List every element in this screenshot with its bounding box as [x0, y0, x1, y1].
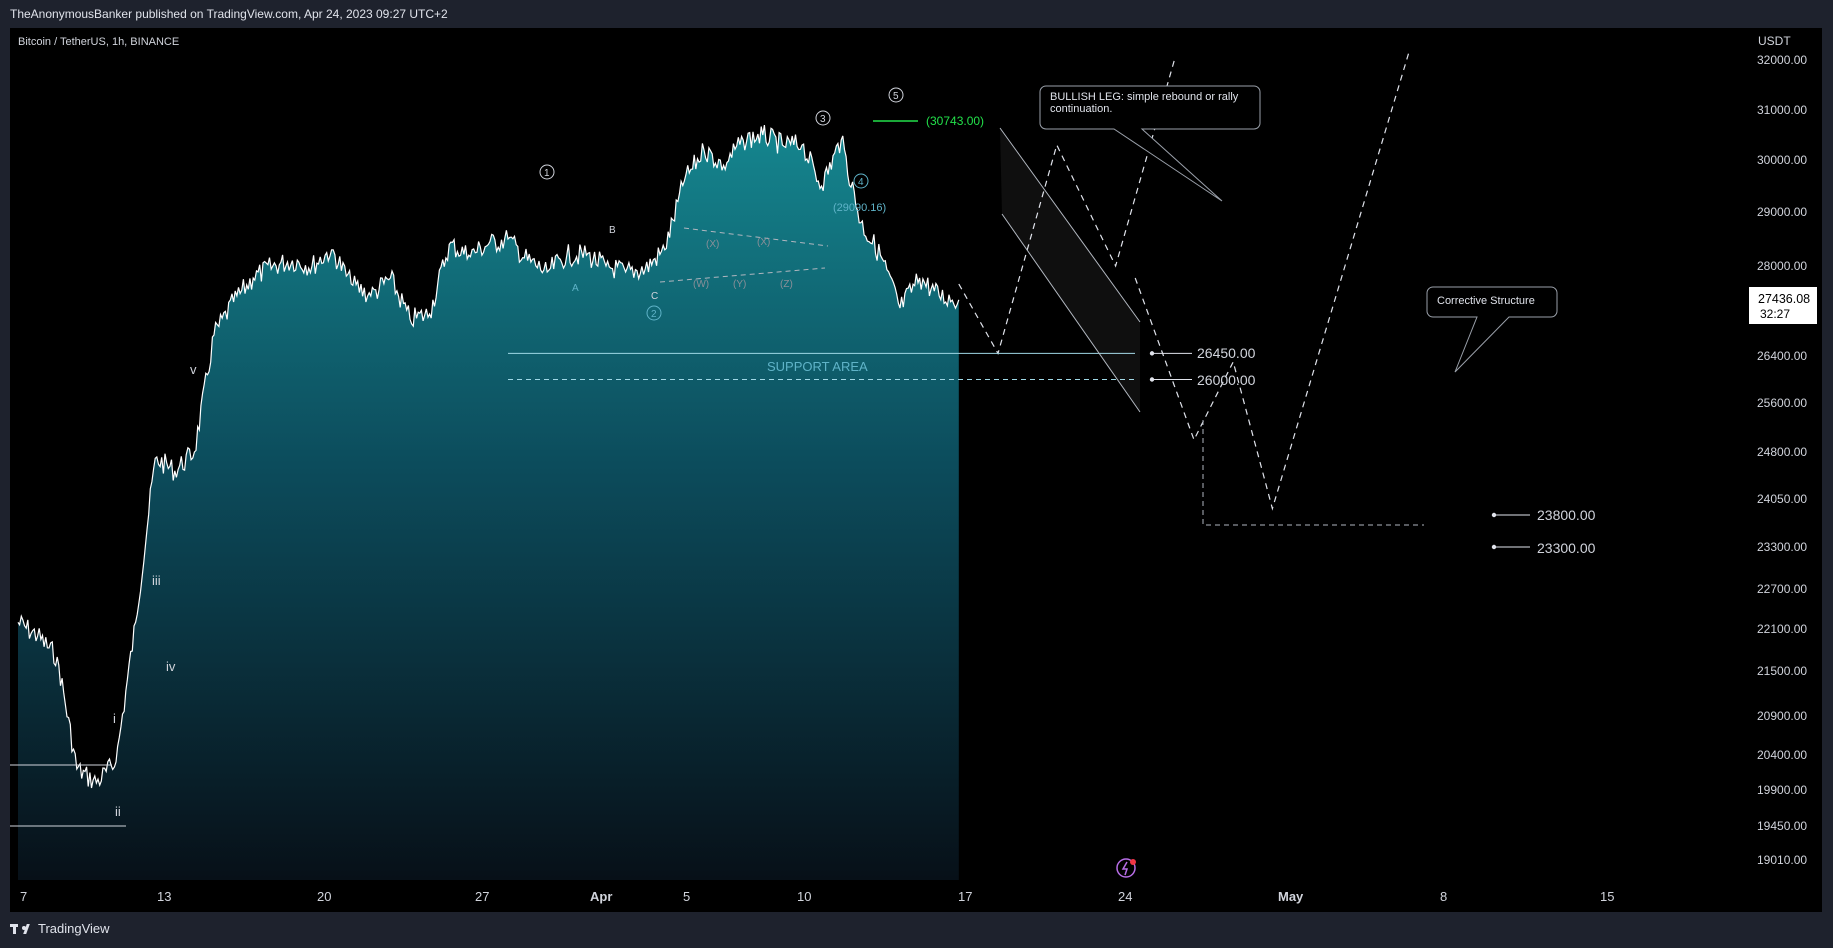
price-tick: 25600.00 — [1757, 396, 1807, 410]
price-tick: 19900.00 — [1757, 783, 1807, 797]
circled-wave-1: 1 — [539, 164, 555, 180]
bullish-leg-text: BULLISH LEG: simple rebound or rally con… — [1050, 91, 1239, 115]
wave-v: v — [190, 362, 197, 377]
price-tick: 22100.00 — [1757, 622, 1807, 636]
wave-a: A — [572, 283, 579, 294]
wave-ii: ii — [115, 804, 121, 819]
tradingview-brand: TradingView — [38, 921, 110, 936]
level-23800: 23800.00 — [1537, 507, 1596, 523]
level-handle[interactable] — [1149, 351, 1155, 356]
svg-text:5: 5 — [893, 91, 899, 102]
wave-y: (Y) — [733, 279, 746, 290]
wave-i: i — [113, 711, 116, 726]
level-handle[interactable] — [1491, 512, 1497, 518]
time-tick: 13 — [157, 889, 171, 904]
svg-text:3: 3 — [820, 114, 826, 125]
support-area-label: SUPPORT AREA — [767, 359, 868, 374]
price-tick: 24800.00 — [1757, 445, 1807, 459]
symbol-title: Bitcoin / TetherUS, 1h, BINANCE — [18, 36, 179, 48]
high-price-label: (30743.00) — [926, 114, 984, 128]
level-26450: 26450.00 — [1197, 345, 1256, 361]
level-26000: 26000.00 — [1197, 372, 1256, 388]
time-tick: 10 — [797, 889, 811, 904]
time-tick: 27 — [475, 889, 489, 904]
currency-label: USDT — [1758, 34, 1791, 48]
time-tick: 15 — [1600, 889, 1614, 904]
wave-w: (W) — [693, 279, 709, 290]
bullish-leg-callout: BULLISH LEG: simple rebound or rally con… — [1039, 85, 1261, 202]
wave-x1: (X) — [706, 239, 719, 250]
bar-countdown: 32:27 — [1760, 307, 1790, 321]
time-tick: Apr — [590, 889, 612, 904]
price-tick: 20400.00 — [1757, 748, 1807, 762]
current-price: 27436.08 — [1758, 292, 1810, 306]
price-tick: 29000.00 — [1757, 205, 1807, 219]
svg-text:1: 1 — [544, 168, 550, 179]
wave-z: (Z) — [780, 279, 793, 290]
replay-icon[interactable] — [1116, 858, 1136, 878]
price-tick: 28000.00 — [1757, 259, 1807, 273]
time-tick: 20 — [317, 889, 331, 904]
price-tick: 23300.00 — [1757, 540, 1807, 554]
level-handle[interactable] — [1149, 377, 1155, 382]
price-tick: 26400.00 — [1757, 349, 1807, 363]
price-area-fill — [18, 125, 959, 881]
mid-price-label: (29090.16) — [833, 202, 886, 214]
time-tick: May — [1278, 889, 1304, 904]
circled-wave-3: 3 — [815, 110, 831, 126]
price-tick: 24050.00 — [1757, 492, 1807, 506]
time-tick: 17 — [958, 889, 972, 904]
price-tick: 19450.00 — [1757, 819, 1807, 833]
tradingview-icon — [10, 922, 32, 936]
footer-bar — [0, 912, 1833, 948]
price-tick: 21500.00 — [1757, 664, 1807, 678]
wave-iv: iv — [166, 659, 176, 674]
price-tick: 31000.00 — [1757, 103, 1807, 117]
level-handle[interactable] — [1491, 544, 1497, 550]
circled-wave-5: 5 — [888, 87, 904, 103]
wave-c: C — [651, 291, 658, 302]
level-23300: 23300.00 — [1537, 540, 1596, 556]
svg-text:4: 4 — [858, 177, 864, 188]
svg-text:2: 2 — [651, 309, 657, 320]
corrective-callout: Corrective Structure — [1426, 286, 1558, 373]
price-tick: 19010.00 — [1757, 853, 1807, 867]
price-tick: 32000.00 — [1757, 53, 1807, 67]
wave-iii: iii — [152, 573, 161, 588]
time-tick: 5 — [683, 889, 690, 904]
time-tick: 7 — [20, 889, 27, 904]
time-tick: 24 — [1118, 889, 1132, 904]
wave-x2: (X) — [757, 237, 770, 248]
corrective-text: Corrective Structure — [1437, 295, 1535, 307]
price-tick: 20900.00 — [1757, 709, 1807, 723]
price-chart[interactable]: 32000.00 31000.00 30000.00 29000.00 28000.00… — [0, 0, 1833, 948]
price-tick: 30000.00 — [1757, 153, 1807, 167]
tradingview-logo[interactable]: TradingView — [10, 921, 110, 936]
circled-wave-4: 4 — [853, 173, 869, 189]
wave-b: B — [609, 225, 616, 236]
time-tick: 8 — [1440, 889, 1447, 904]
price-tick: 22700.00 — [1757, 582, 1807, 596]
